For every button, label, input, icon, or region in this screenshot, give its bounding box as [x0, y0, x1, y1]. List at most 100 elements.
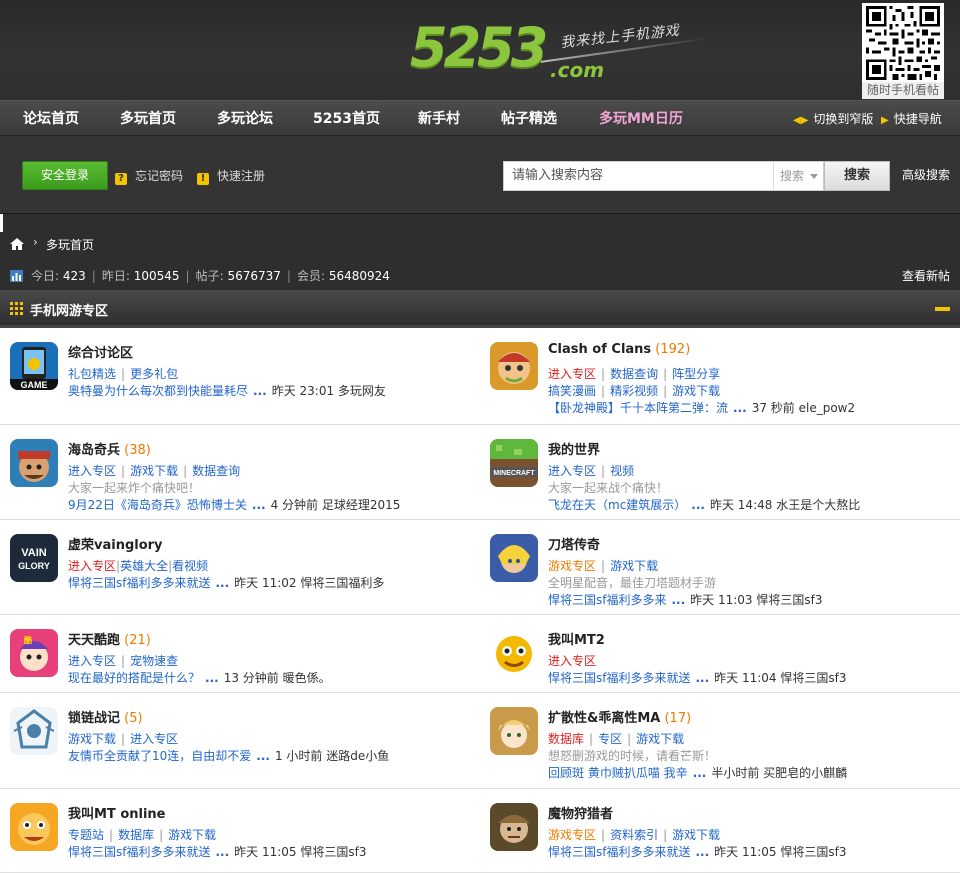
forum-name[interactable]: 综合讨论区: [68, 342, 133, 361]
last-post-user[interactable]: 迷路de小鱼: [326, 749, 389, 763]
last-post-user[interactable]: 悍将三国sf3: [780, 845, 846, 859]
last-post-title[interactable]: 9月22日《海岛奇兵》恐怖博士关: [68, 498, 247, 512]
minecraft-icon[interactable]: MINECRAFT: [490, 439, 538, 487]
forum-link[interactable]: 进入专区: [68, 559, 116, 573]
mt2-icon[interactable]: [490, 629, 538, 677]
forum-link[interactable]: 阵型分享: [672, 367, 720, 381]
last-post-user[interactable]: ele_pow2: [799, 401, 856, 415]
last-post-title[interactable]: 友情币全贡献了10连，自由却不爱: [68, 749, 251, 763]
forum-link[interactable]: 礼包精选: [68, 367, 116, 381]
forum-name[interactable]: 海岛奇兵 (38): [68, 439, 151, 458]
advanced-search-link[interactable]: 高级搜索: [902, 166, 950, 183]
last-post-user[interactable]: 买肥皂的小麒麟: [763, 766, 847, 780]
last-post-title[interactable]: 【卧龙神殿】千十本阵第二弹：流: [548, 401, 728, 415]
monster-hunter-icon[interactable]: [490, 803, 538, 851]
forum-link[interactable]: 数据库: [548, 732, 584, 746]
forum-link[interactable]: 精彩视频: [610, 384, 658, 398]
forum-link[interactable]: 宠物速查: [130, 654, 178, 668]
forum-link[interactable]: 游戏下载: [68, 732, 116, 746]
last-post-title[interactable]: 悍将三国sf福利多多来就送: [548, 671, 690, 685]
nav-duowan-home[interactable]: 多玩首页: [120, 101, 176, 137]
forum-link[interactable]: 进入专区: [548, 464, 596, 478]
forum-link[interactable]: 资料索引: [610, 828, 658, 842]
parkour-icon[interactable]: 酷: [10, 629, 58, 677]
forum-link[interactable]: 专区: [598, 732, 622, 746]
forum-name[interactable]: 天天酷跑 (21): [68, 629, 151, 648]
forum-name[interactable]: 我叫MT online: [68, 803, 166, 822]
game-phone-icon[interactable]: GAME: [10, 342, 58, 390]
last-post-user[interactable]: 多玩网友: [338, 384, 386, 398]
forum-link[interactable]: 视频: [610, 464, 634, 478]
forum-link[interactable]: 游戏下载: [610, 559, 658, 573]
search-type-select[interactable]: 搜索: [773, 161, 824, 191]
last-post-title[interactable]: 奥特曼为什么每次都到快能量耗尽: [68, 384, 248, 398]
vainglory-icon[interactable]: VAIN GLORY: [10, 534, 58, 582]
forum-name[interactable]: 刀塔传奇: [548, 534, 600, 553]
million-arthur-icon[interactable]: [490, 707, 538, 755]
quick-register-link[interactable]: ! 快速注册: [197, 167, 265, 185]
forum-link[interactable]: 进入专区: [130, 732, 178, 746]
last-post-title[interactable]: 悍将三国sf福利多多来就送: [548, 845, 690, 859]
forum-link[interactable]: 数据查询: [610, 367, 658, 381]
search-input[interactable]: 请输入搜索内容: [503, 161, 774, 191]
clash-of-clans-icon[interactable]: [490, 342, 538, 390]
last-post-user[interactable]: 水王是个大熬比: [776, 498, 860, 512]
site-logo[interactable]: 5253 .com 我来找上手机游戏: [410, 14, 730, 86]
nav-5253-home[interactable]: 5253首页: [313, 101, 380, 137]
last-post-title[interactable]: 悍将三国sf福利多多来就送: [68, 576, 210, 590]
forum-name[interactable]: Clash of Clans (192): [548, 342, 690, 357]
forum-link[interactable]: 数据库: [118, 828, 154, 842]
forum-name[interactable]: 虚荣vainglory: [68, 534, 163, 553]
last-post-user[interactable]: 悍将三国sf3: [300, 845, 366, 859]
nav-duowan-forum[interactable]: 多玩论坛: [217, 101, 273, 137]
forum-name[interactable]: 扩散性&乖离性MA (17): [548, 707, 691, 726]
forum-name[interactable]: 魔物狩猎者: [548, 803, 613, 822]
last-post-title[interactable]: 飞龙在天（mc建筑展示）: [548, 498, 686, 512]
mt-online-icon[interactable]: [10, 803, 58, 851]
forum-link[interactable]: 进入专区: [548, 367, 596, 381]
forum-link[interactable]: 数据查询: [192, 464, 240, 478]
nav-featured-posts[interactable]: 帖子精选: [501, 101, 557, 137]
forum-link[interactable]: 游戏下载: [672, 828, 720, 842]
secure-login-button[interactable]: 安全登录: [22, 161, 108, 190]
forum-link[interactable]: 进入专区: [548, 654, 596, 668]
forum-link[interactable]: 游戏专区: [548, 559, 596, 573]
forum-link[interactable]: 游戏专区: [548, 828, 596, 842]
forum-link[interactable]: 游戏下载: [130, 464, 178, 478]
forum-link[interactable]: 搞笑漫画: [548, 384, 596, 398]
forum-name[interactable]: 我的世界: [548, 439, 600, 458]
nav-newbie-village[interactable]: 新手村: [418, 101, 460, 137]
nav-mm-calendar[interactable]: 多玩MM日历: [599, 101, 683, 137]
forum-link[interactable]: 游戏下载: [636, 732, 684, 746]
last-post-title[interactable]: 回顾斑 黄巾贼扒瓜喵 我辛: [548, 766, 688, 780]
last-post-user[interactable]: 暖色係。: [283, 671, 331, 685]
dota-legend-icon[interactable]: [490, 534, 538, 582]
boom-beach-icon[interactable]: [10, 439, 58, 487]
forum-link[interactable]: 进入专区: [68, 654, 116, 668]
switch-narrow-link[interactable]: ◀▶ 切换到窄版: [793, 101, 873, 137]
search-button[interactable]: 搜索: [824, 161, 890, 191]
forum-link[interactable]: 更多礼包: [130, 367, 178, 381]
nav-forum-home[interactable]: 论坛首页: [23, 101, 79, 137]
forum-link[interactable]: 游戏下载: [672, 384, 720, 398]
last-post-user[interactable]: 悍将三国sf3: [756, 593, 822, 607]
forgot-password-link[interactable]: ? 忘记密码: [115, 167, 183, 185]
collapse-icon[interactable]: [935, 307, 950, 311]
view-new-posts-link[interactable]: 查看新帖: [902, 267, 950, 284]
breadcrumb-current[interactable]: 多玩首页: [46, 236, 94, 253]
quick-nav-link[interactable]: ▶ 快捷导航: [881, 101, 942, 137]
last-post-user[interactable]: 足球经理2015: [322, 498, 401, 512]
chain-chronicle-icon[interactable]: [10, 707, 58, 755]
forum-link[interactable]: 游戏下载: [168, 828, 216, 842]
last-post-title[interactable]: 现在最好的搭配是什么？: [68, 671, 200, 685]
forum-link[interactable]: 专题站: [68, 828, 104, 842]
last-post-title[interactable]: 悍将三国sf福利多多来就送: [68, 845, 210, 859]
forum-name[interactable]: 锁链战记 (5): [68, 707, 143, 726]
last-post-user[interactable]: 悍将三国福利多: [300, 576, 384, 590]
last-post-user[interactable]: 悍将三国sf3: [780, 671, 846, 685]
forum-name[interactable]: 我叫MT2: [548, 629, 605, 648]
last-post-title[interactable]: 悍将三国sf福利多多来: [548, 593, 666, 607]
forum-link[interactable]: 看视频: [172, 559, 208, 573]
home-icon[interactable]: [10, 237, 24, 251]
forum-link[interactable]: 英雄大全: [120, 559, 168, 573]
